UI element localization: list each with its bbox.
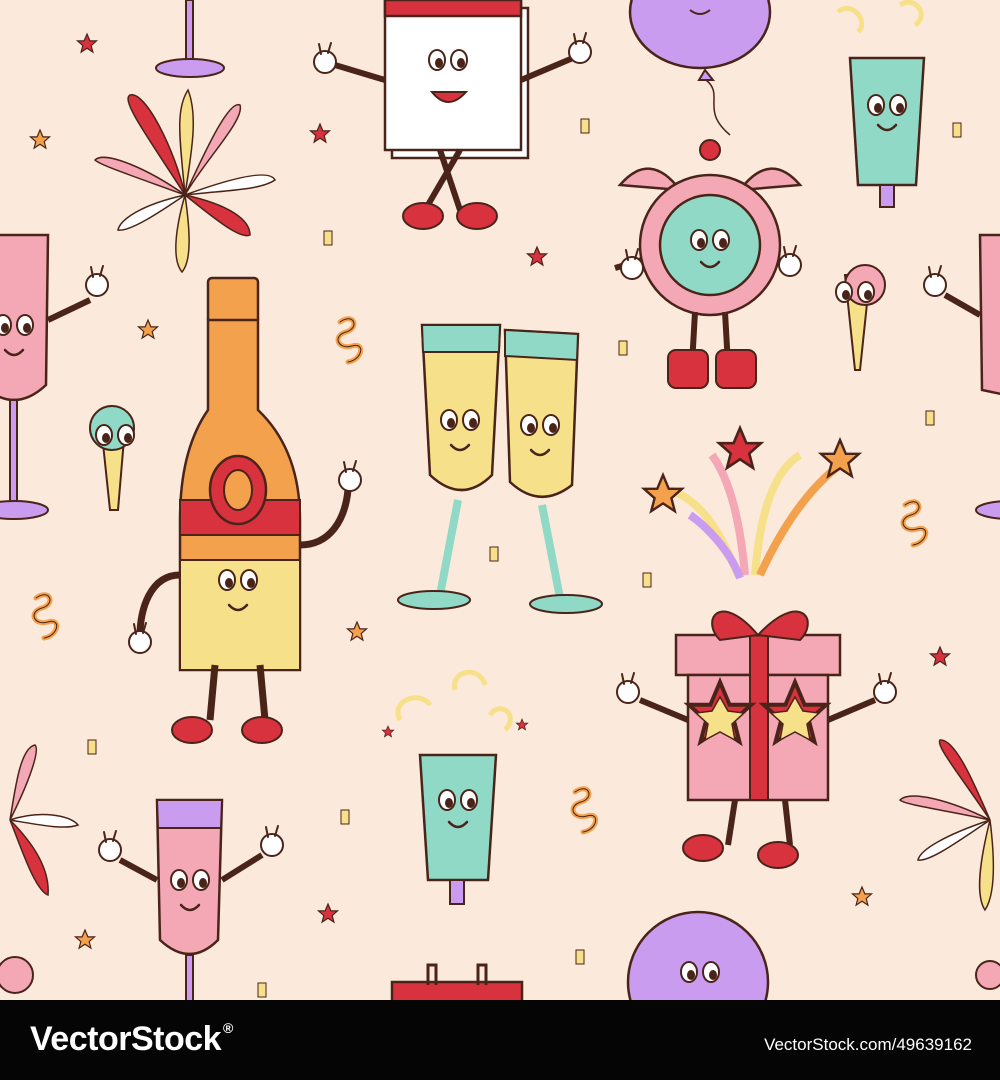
party-popper-top (836, 0, 926, 208)
pink-glass-left (0, 233, 109, 520)
fireworks-left-bottom (9, 744, 80, 897)
gift-box-character (616, 610, 897, 869)
pink-glass-bottom (98, 798, 284, 1000)
calendar-bottom-partial (390, 963, 524, 1000)
noisemaker-right (835, 264, 886, 371)
champagne-bottle-character (128, 276, 362, 744)
calendar-character (313, 0, 592, 230)
pattern-artwork (0, 0, 1000, 1000)
party-popper-bottom (381, 669, 529, 905)
glass-stem-top (155, 0, 225, 78)
brand-name: VectorStock (30, 1020, 222, 1058)
balloon-bottom-partial (626, 910, 770, 1000)
pink-glass-right (923, 233, 1000, 520)
watermark-footer: VectorStock ® VectorStock.com/49639162 (0, 1000, 1000, 1080)
registered-mark: ® (223, 1020, 233, 1036)
vectorstock-logo: VectorStock ® (30, 1020, 233, 1059)
fireworks-right (898, 739, 995, 912)
pattern-svg (0, 0, 1000, 1000)
fireworks-left (93, 88, 276, 274)
noisemaker-left (89, 405, 135, 511)
balloon-character (628, 0, 772, 136)
toasting-glasses (397, 323, 603, 614)
alarm-clock-character (614, 139, 803, 389)
shooting-star-fireworks (642, 426, 861, 580)
image-code: VectorStock.com/49639162 (764, 1035, 972, 1054)
